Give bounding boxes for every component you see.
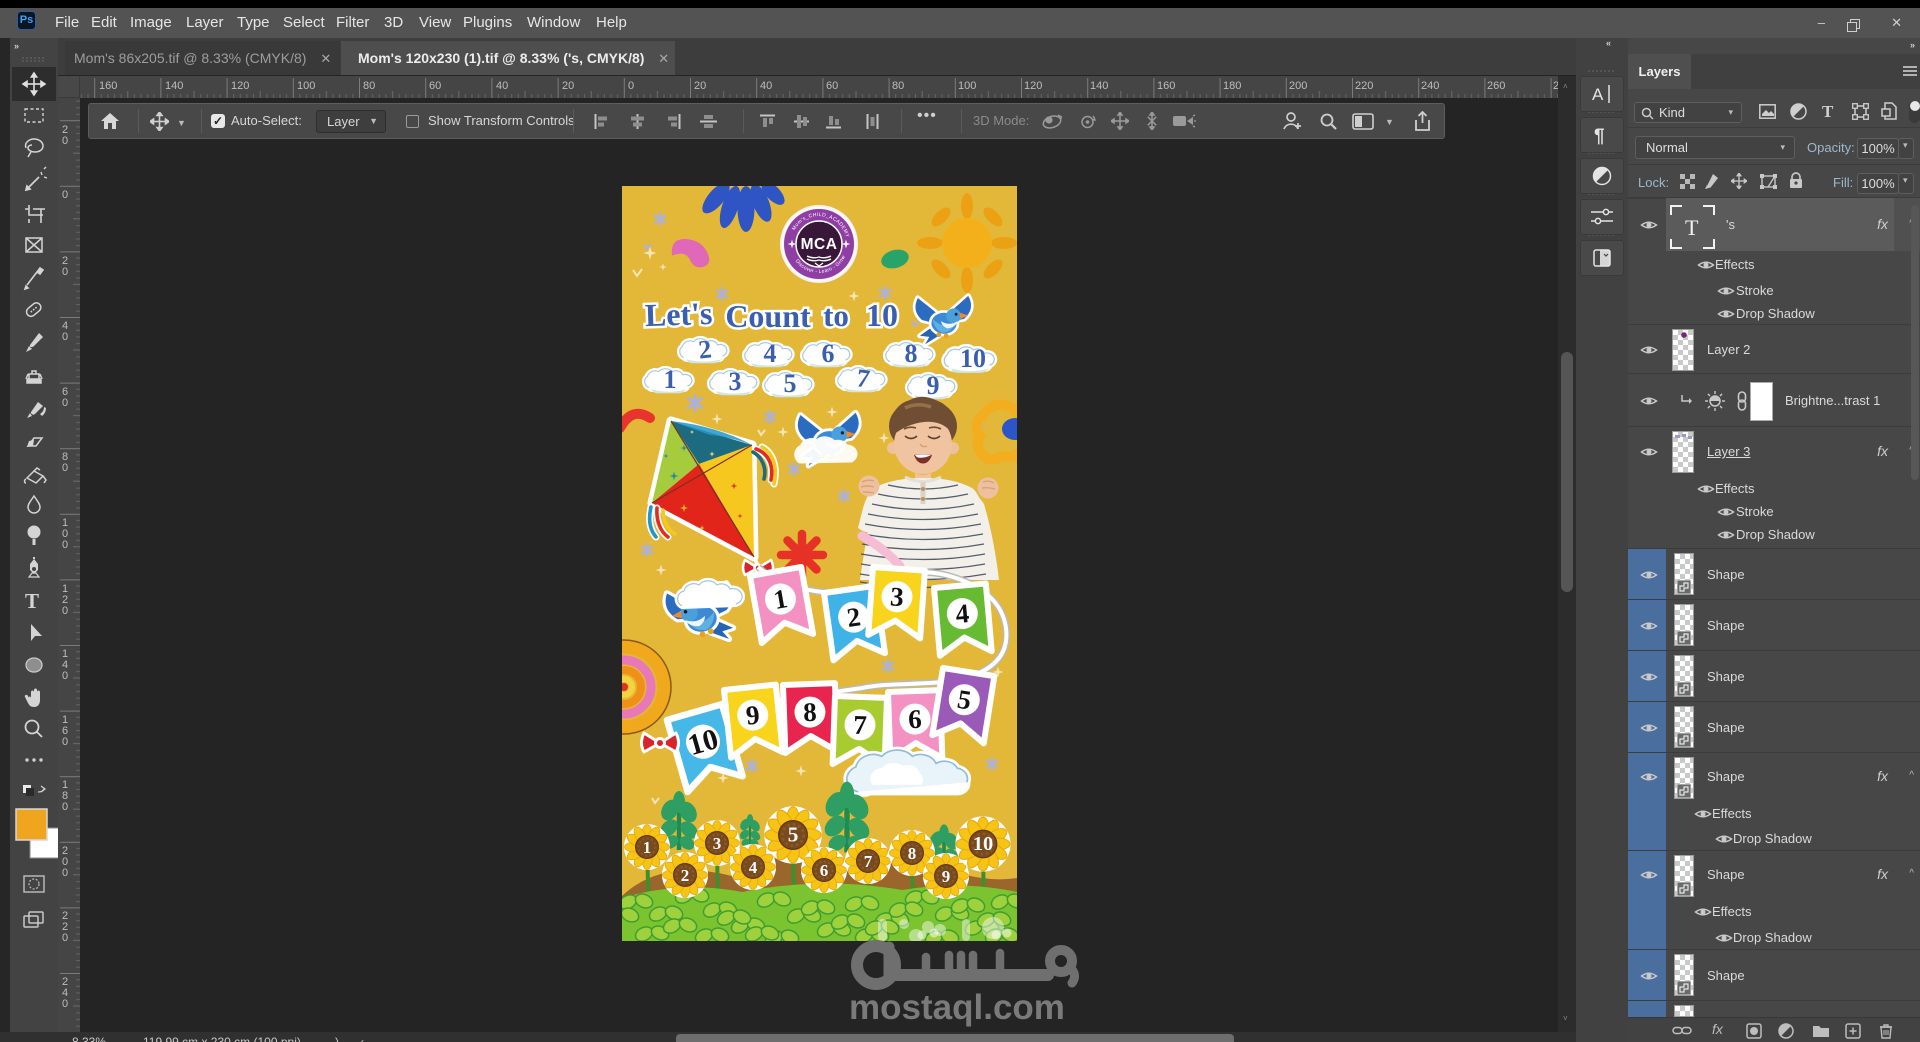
svg-text:0: 0: [62, 397, 68, 409]
svg-text:0: 0: [62, 266, 68, 278]
svg-text:0: 0: [62, 867, 68, 879]
svg-text:0: 0: [62, 462, 68, 474]
svg-text:A: A: [1592, 85, 1604, 104]
svg-text:40: 40: [496, 80, 508, 92]
svg-text:0: 0: [62, 189, 68, 201]
svg-text:T: T: [25, 589, 39, 613]
svg-text:¶: ¶: [1594, 126, 1605, 147]
svg-text:5: 5: [788, 822, 799, 846]
svg-text:220: 220: [1355, 80, 1373, 92]
svg-text:4: 4: [764, 339, 777, 368]
svg-text:9: 9: [927, 371, 940, 400]
svg-text:3: 3: [729, 367, 742, 396]
svg-text:40: 40: [760, 80, 772, 92]
svg-text:10: 10: [866, 297, 898, 333]
svg-text:120: 120: [1024, 80, 1042, 92]
svg-text:4: 4: [954, 598, 970, 629]
svg-text:6: 6: [820, 861, 829, 880]
svg-text:2: 2: [681, 866, 690, 885]
svg-text:MCA: MCA: [801, 236, 838, 253]
svg-text:mostaql.com: mostaql.com: [849, 988, 1065, 1027]
svg-text:0: 0: [62, 670, 68, 682]
svg-text:5: 5: [784, 369, 797, 398]
svg-text:140: 140: [1090, 80, 1108, 92]
svg-text:3: 3: [713, 834, 722, 853]
svg-text:0: 0: [62, 539, 68, 551]
svg-text:200: 200: [1289, 80, 1307, 92]
svg-text:140: 140: [165, 80, 183, 92]
svg-text:160: 160: [99, 80, 117, 92]
svg-text:120: 120: [231, 80, 249, 92]
svg-text:160: 160: [1157, 80, 1175, 92]
svg-text:180: 180: [1223, 80, 1241, 92]
svg-text:1: 1: [643, 838, 652, 857]
svg-text:240: 240: [1421, 80, 1439, 92]
svg-text:to: to: [823, 298, 849, 333]
svg-text:20: 20: [562, 80, 574, 92]
svg-text:0: 0: [62, 135, 68, 147]
svg-text:9: 9: [942, 867, 951, 886]
svg-text:0: 0: [62, 331, 68, 343]
svg-text:0: 0: [62, 932, 68, 944]
svg-text:3: 3: [889, 581, 905, 612]
svg-text:20: 20: [694, 80, 706, 92]
svg-text:100: 100: [958, 80, 976, 92]
svg-text:8: 8: [803, 697, 818, 727]
svg-text:8: 8: [908, 844, 917, 863]
svg-text:6: 6: [822, 339, 835, 368]
svg-text:10: 10: [960, 344, 986, 373]
svg-text:T: T: [1685, 215, 1699, 240]
svg-text:7: 7: [864, 852, 873, 871]
svg-text:0: 0: [62, 736, 68, 748]
svg-text:Let's: Let's: [644, 295, 713, 333]
svg-text:60: 60: [826, 80, 838, 92]
svg-text:1: 1: [664, 365, 677, 394]
svg-text:»: »: [14, 41, 19, 51]
svg-text:6: 6: [908, 704, 923, 734]
svg-text:0: 0: [62, 801, 68, 813]
svg-text:80: 80: [363, 80, 375, 92]
svg-text:260: 260: [1487, 80, 1505, 92]
svg-text:0: 0: [62, 605, 68, 617]
svg-text:10: 10: [973, 833, 993, 855]
svg-text:80: 80: [892, 80, 904, 92]
svg-text:7: 7: [853, 710, 868, 740]
svg-text:0: 0: [62, 998, 68, 1010]
svg-text:60: 60: [429, 80, 441, 92]
svg-text:100: 100: [297, 80, 315, 92]
svg-text:8: 8: [905, 339, 918, 368]
svg-text:Count: Count: [725, 298, 811, 334]
svg-text:4: 4: [749, 858, 758, 877]
svg-text:0: 0: [628, 80, 634, 92]
